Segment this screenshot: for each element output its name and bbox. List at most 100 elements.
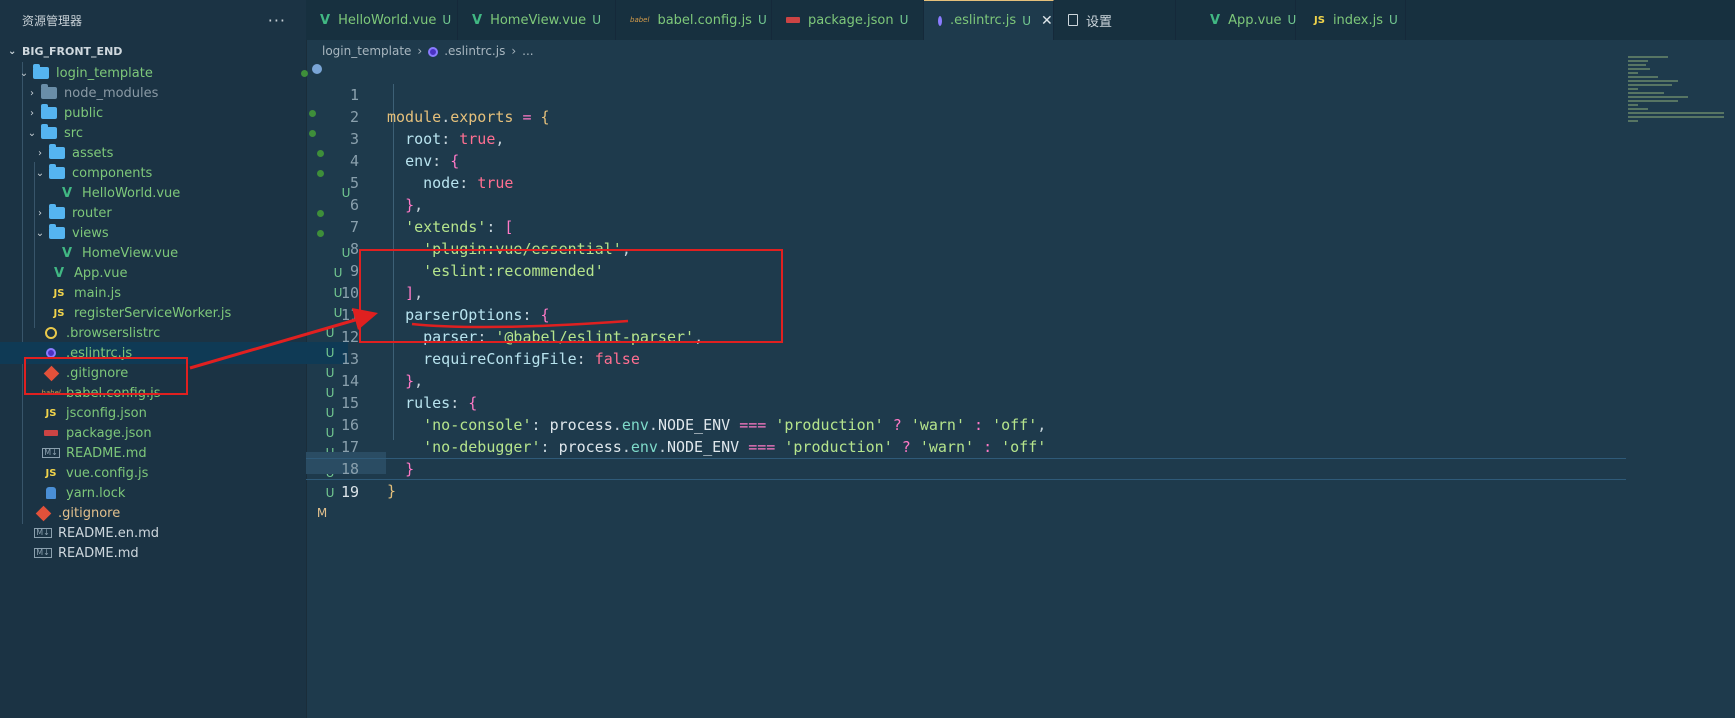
explorer-header: 资源管理器 ··· (0, 0, 306, 40)
tree-file-registerserviceworker-js[interactable]: JS registerServiceWorker.js U (0, 302, 356, 324)
tree-item-label: components (72, 165, 153, 181)
code-line-17: 17 } (306, 414, 1626, 478)
markdown-icon: M↓ (34, 548, 52, 558)
breadcrumb-file[interactable]: .eslintrc.js (444, 44, 505, 58)
editor-tabs: V HelloWorld.vue U V HomeView.vue U babe… (306, 0, 1735, 40)
code-line-8: 8 'eslint:recommended' (306, 216, 1626, 280)
chevron-right-icon: › (38, 147, 42, 159)
tree-item-label: vue.config.js (66, 465, 149, 481)
folder-icon (40, 104, 58, 120)
tab-label: App.vue (1228, 12, 1282, 28)
js-file-icon: JS (53, 307, 65, 319)
tree-file-root-readme-md[interactable]: M↓ README.md (0, 542, 340, 564)
vue-file-icon: V (61, 245, 73, 261)
tree-item-label: node_modules (64, 85, 159, 101)
tree-item-label: README.md (66, 445, 147, 461)
js-file-icon: JS (45, 467, 57, 479)
vue-file-icon: V (61, 185, 73, 201)
code-line-15: 15 'no-console': process.env.NODE_ENV ==… (306, 370, 1626, 434)
browserslist-icon (42, 326, 60, 340)
tree-file-vue-config-js[interactable]: JS vue.config.js U (0, 462, 348, 484)
vue-file-icon: V (472, 12, 483, 28)
tab-label: HelloWorld.vue (338, 12, 437, 28)
tab-babel-config-js[interactable]: babel babel.config.js U (616, 0, 772, 40)
tree-folder-login-template[interactable]: ⌄ login_template (0, 62, 322, 84)
tree-folder-public[interactable]: › public (0, 102, 330, 124)
git-status-badge: U (1022, 13, 1031, 28)
chevron-down-icon: ⌄ (35, 227, 45, 239)
tree-folder-router[interactable]: › router (0, 202, 338, 224)
tab-index-js[interactable]: JS index.js U (1296, 0, 1406, 40)
more-actions-icon[interactable]: ··· (268, 11, 286, 30)
tree-folder-src[interactable]: ⌄ src (0, 122, 330, 144)
tab-label: package.json (808, 12, 894, 28)
tree-file-readme-en-md[interactable]: M↓ README.en.md (0, 522, 340, 544)
tree-folder-views[interactable]: ⌄ views (0, 222, 338, 244)
tree-folder-assets[interactable]: › assets (0, 142, 338, 164)
tree-file-readme-md[interactable]: M↓ README.md U (0, 442, 348, 464)
yarn-icon (42, 486, 60, 500)
js-file-icon: JS (53, 287, 65, 299)
vue-file-icon: V (1210, 12, 1221, 28)
tree-file-main-js[interactable]: JS main.js U (0, 282, 356, 304)
tab-eslintrc-js[interactable]: .eslintrc.js U ✕ (924, 0, 1054, 40)
tree-file-app-vue[interactable]: V App.vue U (0, 262, 356, 284)
chevron-down-icon: ⌄ (35, 167, 45, 179)
tree-file-package-json[interactable]: package.json U (0, 422, 348, 444)
tab-label: .eslintrc.js (950, 13, 1017, 28)
breadcrumb-folder[interactable]: login_template (322, 44, 411, 58)
vue-file-icon: V (320, 12, 331, 28)
tree-item-label: package.json (66, 425, 152, 441)
tab-settings[interactable]: 设置 (1054, 0, 1176, 40)
line-number: 19 (340, 483, 359, 501)
tab-label: 设置 (1086, 14, 1113, 30)
tree-item-label: .gitignore (58, 505, 121, 521)
tree-file-root-gitignore[interactable]: .gitignore M (0, 502, 340, 524)
tree-file-jsconfig-json[interactable]: JS jsconfig.json U (0, 402, 348, 424)
code-line-6: 6 'extends': [ (306, 172, 1626, 236)
tree-file-yarn-lock[interactable]: yarn.lock U (0, 482, 348, 504)
tab-label: index.js (1332, 12, 1384, 28)
chevron-right-icon: › (30, 87, 34, 99)
babel-icon: babel (630, 16, 650, 24)
tree-item-label: router (72, 205, 112, 221)
tab-homeview-vue[interactable]: V HomeView.vue U (458, 0, 616, 40)
breadcrumb: login_template › .eslintrc.js › ... (322, 40, 540, 62)
tree-item-label: registerServiceWorker.js (74, 305, 232, 321)
git-icon (34, 505, 52, 521)
js-file-icon: JS (45, 407, 57, 419)
code-editor[interactable]: 1 module.exports = { 2 root: true, 3 env… (306, 62, 1735, 718)
tree-file-browserslistrc[interactable]: .browserslistrc U (0, 322, 348, 344)
chevron-down-icon: ⌄ (19, 67, 29, 79)
git-status-badge: U (1389, 13, 1398, 27)
breadcrumb-tail[interactable]: ... (522, 44, 533, 58)
tree-folder-node-modules[interactable]: › node_modules (0, 82, 330, 104)
tree-item-label: HomeView.vue (82, 245, 179, 261)
tree-folder-components[interactable]: ⌄ components (0, 162, 338, 184)
document-icon (1068, 14, 1078, 26)
eslint-icon (938, 15, 942, 26)
git-status-badge: U (592, 13, 601, 27)
tab-package-json[interactable]: package.json U (772, 0, 924, 40)
vue-file-icon: V (53, 265, 65, 281)
code-line-2: 2 root: true, (306, 84, 1626, 148)
tree-item-label: login_template (56, 65, 153, 81)
minimap[interactable] (1628, 56, 1728, 136)
folder-open-icon (32, 64, 50, 80)
annotation-box-parser-options (359, 249, 783, 343)
annotation-box-eslintrc (24, 357, 188, 395)
tab-helloworld-vue[interactable]: V HelloWorld.vue U (306, 0, 458, 40)
code-line-1: 1 module.exports = { (306, 62, 1626, 126)
tab-app-vue[interactable]: V App.vue U (1176, 0, 1296, 40)
folder-icon (48, 144, 66, 160)
tree-item-label: yarn.lock (66, 485, 126, 501)
folder-open-icon (48, 164, 66, 180)
breadcrumb-separator: › (417, 44, 423, 58)
close-icon[interactable]: ✕ (1041, 13, 1053, 29)
workspace-root[interactable]: ⌄ BIG_FRONT_END (0, 40, 306, 62)
code-line-16: 16 'no-debugger': process.env.NODE_ENV =… (306, 392, 1626, 456)
folder-open-icon (48, 224, 66, 240)
code-text: } (387, 482, 397, 500)
explorer-title: 资源管理器 (22, 13, 83, 28)
breadcrumb-separator: › (511, 44, 517, 58)
